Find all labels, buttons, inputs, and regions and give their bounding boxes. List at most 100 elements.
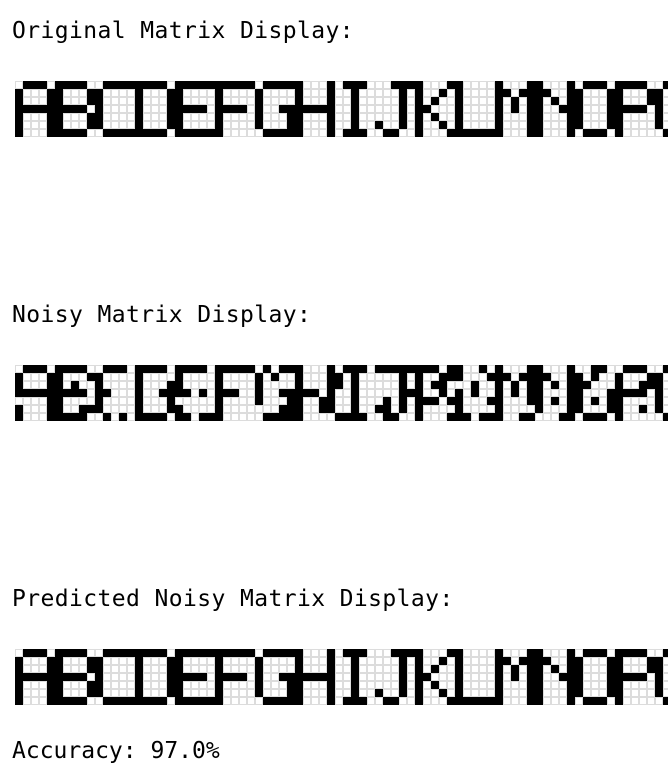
matrix-pixel: [455, 81, 463, 89]
matrix-pixel: [575, 681, 583, 689]
matrix-pixel: [351, 697, 359, 705]
matrix-pixel: [167, 121, 175, 129]
matrix-pixel: [295, 397, 303, 405]
matrix-pixel: [487, 89, 495, 97]
matrix-pixel: [535, 97, 543, 105]
matrix-pixel: [327, 365, 335, 373]
matrix-pixel: [479, 121, 487, 129]
matrix-pixel: [71, 113, 79, 121]
matrix-pixel: [663, 373, 668, 381]
matrix-pixel: [575, 405, 583, 413]
matrix-pixel: [623, 365, 631, 373]
matrix-pixel: [543, 373, 551, 381]
matrix-pixel: [191, 373, 199, 381]
matrix-pixel: [247, 105, 255, 113]
matrix-pixel: [495, 365, 503, 373]
matrix-pixel: [111, 105, 119, 113]
matrix-pixel: [559, 381, 567, 389]
matrix-pixel: [215, 129, 223, 137]
matrix-pixel: [183, 649, 191, 657]
matrix-pixel: [599, 373, 607, 381]
matrix-pixel: [615, 97, 623, 105]
matrix-pixel: [527, 657, 535, 665]
matrix-pixel: [463, 405, 471, 413]
matrix-pixel: [519, 81, 527, 89]
matrix-pixel: [447, 689, 455, 697]
matrix-pixel: [527, 81, 535, 89]
matrix-pixel: [87, 405, 95, 413]
letter-glyph-i: [335, 365, 375, 421]
matrix-pixel: [415, 413, 423, 421]
matrix-pixel: [111, 89, 119, 97]
matrix-pixel: [511, 405, 519, 413]
matrix-pixel: [271, 105, 279, 113]
matrix-pixel: [415, 673, 423, 681]
matrix-pixel: [519, 657, 527, 665]
matrix-pixel: [455, 657, 463, 665]
matrix-pixel: [295, 89, 303, 97]
matrix-pixel: [127, 673, 135, 681]
matrix-pixel: [607, 681, 615, 689]
matrix-pixel: [335, 397, 343, 405]
matrix-pixel: [199, 413, 207, 421]
matrix-pixel: [159, 681, 167, 689]
matrix-pixel: [615, 413, 623, 421]
matrix-pixel: [143, 413, 151, 421]
matrix-pixel: [423, 365, 431, 373]
matrix-pixel: [335, 97, 343, 105]
matrix-pixel: [519, 113, 527, 121]
matrix-pixel: [263, 113, 271, 121]
matrix-pixel: [303, 365, 311, 373]
matrix-pixel: [567, 97, 575, 105]
matrix-pixel: [543, 649, 551, 657]
matrix-pixel: [87, 665, 95, 673]
matrix-pixel: [535, 365, 543, 373]
matrix-pixel: [559, 413, 567, 421]
matrix-pixel: [439, 381, 447, 389]
matrix-pixel: [455, 405, 463, 413]
matrix-pixel: [295, 381, 303, 389]
matrix-pixel: [383, 89, 391, 97]
matrix-pixel: [455, 665, 463, 673]
matrix-pixel: [223, 397, 231, 405]
matrix-pixel: [247, 397, 255, 405]
matrix-pixel: [63, 81, 71, 89]
matrix-pixel: [207, 121, 215, 129]
matrix-pixel: [463, 665, 471, 673]
matrix-pixel: [663, 97, 668, 105]
matrix-pixel: [495, 105, 503, 113]
matrix-pixel: [527, 113, 535, 121]
matrix-pixel: [319, 657, 327, 665]
matrix-pixel: [583, 81, 591, 89]
matrix-pixel: [303, 673, 311, 681]
matrix-pixel: [639, 105, 647, 113]
matrix-pixel: [31, 81, 39, 89]
predicted-matrix-display: [15, 649, 668, 705]
matrix-pixel: [119, 665, 127, 673]
matrix-pixel: [383, 113, 391, 121]
matrix-pixel: [607, 689, 615, 697]
matrix-pixel: [495, 129, 503, 137]
matrix-pixel: [47, 657, 55, 665]
matrix-pixel: [455, 413, 463, 421]
matrix-pixel: [135, 81, 143, 89]
matrix-pixel: [543, 105, 551, 113]
matrix-pixel: [407, 657, 415, 665]
matrix-pixel: [455, 121, 463, 129]
matrix-pixel: [551, 681, 559, 689]
matrix-pixel: [479, 649, 487, 657]
matrix-pixel: [439, 657, 447, 665]
matrix-pixel: [295, 405, 303, 413]
letter-glyph-o: [575, 649, 615, 705]
matrix-pixel: [431, 681, 439, 689]
matrix-pixel: [375, 689, 383, 697]
matrix-pixel: [215, 389, 223, 397]
matrix-pixel: [303, 97, 311, 105]
matrix-pixel: [655, 113, 663, 121]
matrix-pixel: [95, 389, 103, 397]
matrix-pixel: [135, 413, 143, 421]
matrix-pixel: [631, 697, 639, 705]
matrix-pixel: [375, 405, 383, 413]
matrix-pixel: [207, 397, 215, 405]
matrix-pixel: [15, 105, 23, 113]
